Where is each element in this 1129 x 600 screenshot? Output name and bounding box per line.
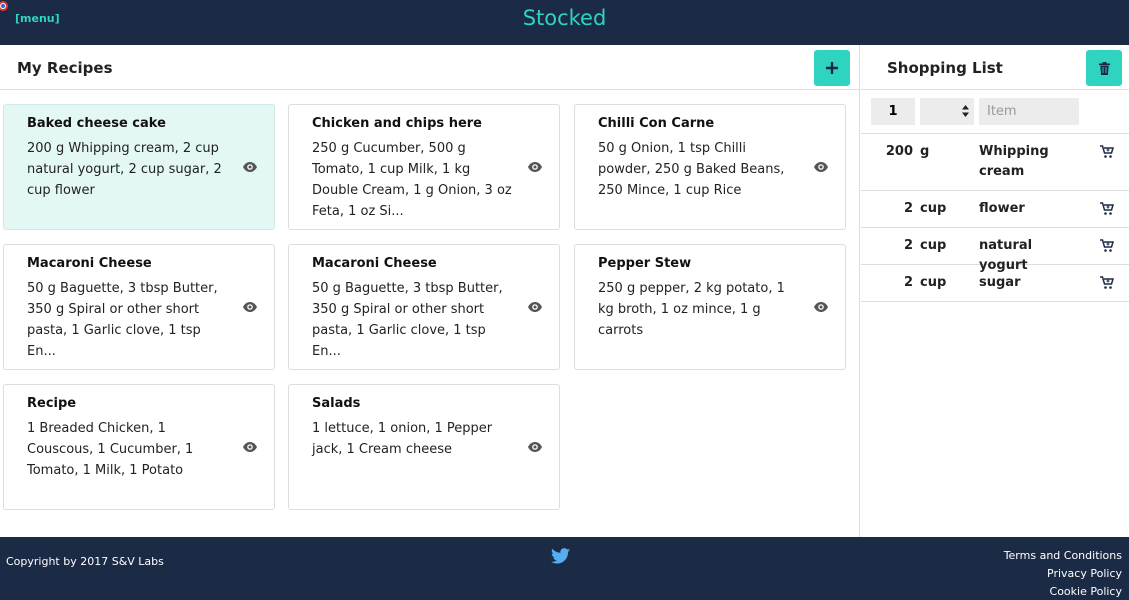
recipe-ingredients: 50 g Onion, 1 tsp Chilli powder, 250 g B…: [598, 141, 785, 198]
eye-icon[interactable]: [243, 440, 257, 454]
item-unit: cup: [920, 238, 947, 253]
add-recipe-button[interactable]: [814, 50, 850, 86]
recipe-name: Pepper Stew: [598, 256, 692, 271]
app-brand-title: Stocked: [522, 6, 607, 30]
cart-icon[interactable]: [1100, 145, 1114, 159]
recipes-title: My Recipes: [17, 59, 113, 77]
shopping-list-header: Shopping List: [861, 45, 1129, 90]
copyright-text: Copyright by 2017 S&V Labs: [6, 555, 164, 568]
recipe-card[interactable]: Salads 1 lettuce, 1 onion, 1 Pepper jack…: [288, 384, 560, 510]
recipe-name: Chicken and chips here: [312, 116, 482, 131]
recipe-ingredients: 200 g Whipping cream, 2 cup natural yogu…: [27, 141, 222, 198]
recipe-ingredients: 250 g pepper, 2 kg potato, 1 kg broth, 1…: [598, 281, 785, 338]
eye-icon[interactable]: [243, 300, 257, 314]
cart-icon[interactable]: [1100, 276, 1114, 290]
clear-list-button[interactable]: [1086, 50, 1122, 86]
item-name: sugar: [979, 275, 1021, 290]
privacy-link[interactable]: Privacy Policy: [1004, 565, 1122, 583]
recipe-card[interactable]: Macaroni Cheese 50 g Baguette, 3 tbsp Bu…: [288, 244, 560, 370]
recipes-panel: My Recipes Baked cheese cake 200 g Whipp…: [0, 45, 860, 537]
plus-icon: [826, 62, 838, 74]
recipe-name: Baked cheese cake: [27, 116, 166, 131]
quantity-input[interactable]: [871, 98, 915, 125]
page-footer: Copyright by 2017 S&V Labs Terms and Con…: [0, 537, 1129, 600]
shopping-list-panel: Shopping List 200 g Whipping cream 2 cup…: [861, 45, 1129, 537]
recipe-ingredients: 50 g Baguette, 3 tbsp Butter, 350 g Spir…: [312, 281, 503, 359]
item-name: Whipping cream: [979, 144, 1049, 179]
eye-icon[interactable]: [528, 300, 542, 314]
twitter-icon[interactable]: [551, 548, 570, 564]
eye-icon[interactable]: [528, 160, 542, 174]
add-item-row: [861, 90, 1129, 134]
eye-icon[interactable]: [243, 160, 257, 174]
top-navbar: [menu] Stocked: [0, 0, 1129, 45]
cookie-link[interactable]: Cookie Policy: [1004, 583, 1122, 600]
recipes-header: My Recipes: [0, 45, 860, 90]
recipe-ingredients: 250 g Cucumber, 500 g Tomato, 1 cup Milk…: [312, 141, 512, 219]
shopping-list-row: 2 cup flower: [861, 191, 1129, 228]
item-quantity: 2: [903, 275, 913, 290]
shopping-list-row: 2 cup natural yogurt: [861, 228, 1129, 273]
eye-icon[interactable]: [814, 300, 828, 314]
shopping-list-row: 2 cup sugar: [861, 265, 1129, 302]
item-quantity: 200: [885, 144, 913, 159]
recipe-ingredients: 1 Breaded Chicken, 1 Couscous, 1 Cucumbe…: [27, 421, 194, 478]
trash-icon: [1098, 61, 1110, 75]
recipe-name: Macaroni Cheese: [27, 256, 152, 271]
item-unit: g: [920, 144, 930, 159]
recipe-name: Recipe: [27, 396, 77, 411]
recipe-ingredients: 50 g Baguette, 3 tbsp Butter, 350 g Spir…: [27, 281, 218, 359]
item-unit: cup: [920, 201, 947, 216]
recipe-ingredients: 1 lettuce, 1 onion, 1 Pepper jack, 1 Cre…: [312, 421, 493, 457]
cart-icon[interactable]: [1100, 239, 1114, 253]
select-arrows-icon: [962, 105, 969, 117]
recipe-card[interactable]: Pepper Stew 250 g pepper, 2 kg potato, 1…: [574, 244, 846, 370]
recipe-card[interactable]: Baked cheese cake 200 g Whipping cream, …: [3, 104, 275, 230]
terms-link[interactable]: Terms and Conditions: [1004, 547, 1122, 565]
recipe-name: Macaroni Cheese: [312, 256, 437, 271]
item-unit: cup: [920, 275, 947, 290]
footer-links: Terms and Conditions Privacy Policy Cook…: [1004, 547, 1122, 600]
item-quantity: 2: [903, 238, 913, 253]
recipe-card[interactable]: Macaroni Cheese 50 g Baguette, 3 tbsp Bu…: [3, 244, 275, 370]
recipe-name: Salads: [312, 396, 361, 411]
recipe-card[interactable]: Recipe 1 Breaded Chicken, 1 Couscous, 1 …: [3, 384, 275, 510]
recipe-name: Chilli Con Carne: [598, 116, 715, 131]
eye-icon[interactable]: [814, 160, 828, 174]
shopping-list-row: 200 g Whipping cream: [861, 134, 1129, 191]
shopping-list-title: Shopping List: [887, 59, 1003, 77]
recipe-card[interactable]: Chicken and chips here 250 g Cucumber, 5…: [288, 104, 560, 230]
cart-icon[interactable]: [1100, 202, 1114, 216]
item-quantity: 2: [903, 201, 913, 216]
recipe-card[interactable]: Chilli Con Carne 50 g Onion, 1 tsp Chill…: [574, 104, 846, 230]
eye-icon[interactable]: [528, 440, 542, 454]
item-name: flower: [979, 201, 1025, 216]
item-input[interactable]: [979, 98, 1079, 125]
